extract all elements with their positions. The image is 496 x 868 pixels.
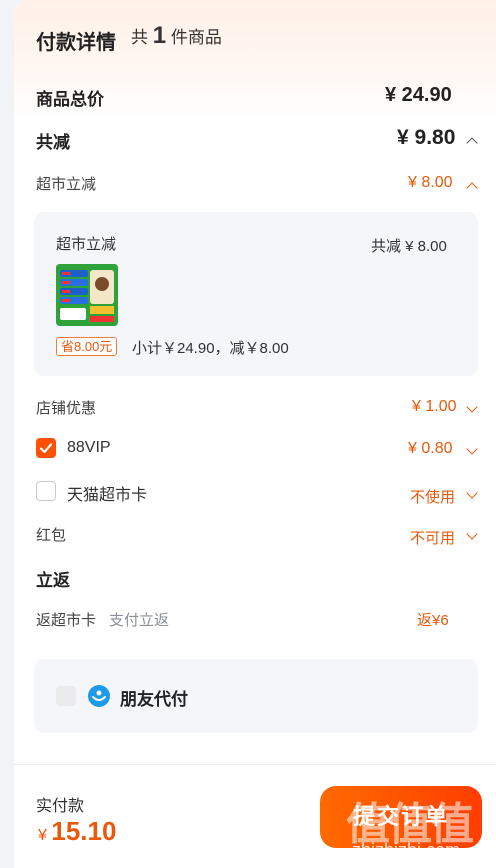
currency-symbol: ¥: [38, 827, 47, 844]
cashback-title: 立返: [36, 571, 70, 590]
page-title: 付款详情: [36, 32, 116, 54]
shop-discount-label: 店铺优惠: [36, 400, 97, 417]
card-subtotal: 小计￥24.90，减￥8.00: [132, 340, 289, 357]
item-count-number: 1: [152, 22, 167, 49]
red-packet-value[interactable]: 不可用: [410, 527, 455, 548]
total-price-label: 商品总价: [36, 90, 104, 109]
item-count-suffix: 件商品: [170, 28, 222, 47]
vip-label: 88VIP: [67, 439, 111, 456]
shop-discount-value[interactable]: ¥ 1.00: [412, 398, 456, 416]
cashback-value: 返¥6: [417, 612, 449, 629]
total-discount-label: 共减: [36, 133, 70, 152]
vip-discount-value[interactable]: ¥ 0.80: [408, 440, 452, 458]
pay-amount-label: 实付款: [36, 798, 85, 815]
pay-amount-value: 15.10: [51, 816, 117, 846]
supermarket-discount-value[interactable]: ¥ 8.00: [408, 174, 452, 192]
red-packet-label: 红包: [36, 527, 67, 544]
product-thumbnail[interactable]: [56, 264, 118, 326]
item-count-prefix: 共: [131, 28, 148, 47]
watermark-url: zhizhizhi.com: [352, 840, 461, 860]
footer-divider: [14, 764, 496, 765]
cashback-label: 返超市卡: [36, 612, 97, 629]
friend-pay-label: 朋友代付: [120, 690, 188, 709]
check-icon: [39, 443, 53, 454]
supermarket-discount-label: 超市立减: [36, 176, 97, 193]
total-discount-value[interactable]: ¥ 9.80: [397, 126, 455, 150]
friend-pay-checkbox[interactable]: [56, 686, 76, 706]
vip-checkbox[interactable]: [36, 438, 56, 458]
pay-amount: ¥ 15.10: [38, 816, 116, 847]
tmall-card-checkbox[interactable]: [36, 481, 56, 501]
product-image: [56, 264, 118, 326]
cashback-sub: 支付立返: [109, 612, 170, 629]
item-count: 共 1 件商品: [131, 22, 222, 50]
card-title: 超市立减: [56, 236, 117, 253]
total-price-value: ¥ 24.90: [385, 84, 452, 106]
tmall-card-label: 天猫超市卡: [67, 487, 148, 504]
savings-badge: 省8.00元: [56, 337, 118, 356]
tmall-card-value[interactable]: 不使用: [410, 486, 455, 507]
friend-pay-icon: [88, 685, 110, 707]
card-total-discount: 共减 ¥ 8.00: [371, 238, 447, 255]
